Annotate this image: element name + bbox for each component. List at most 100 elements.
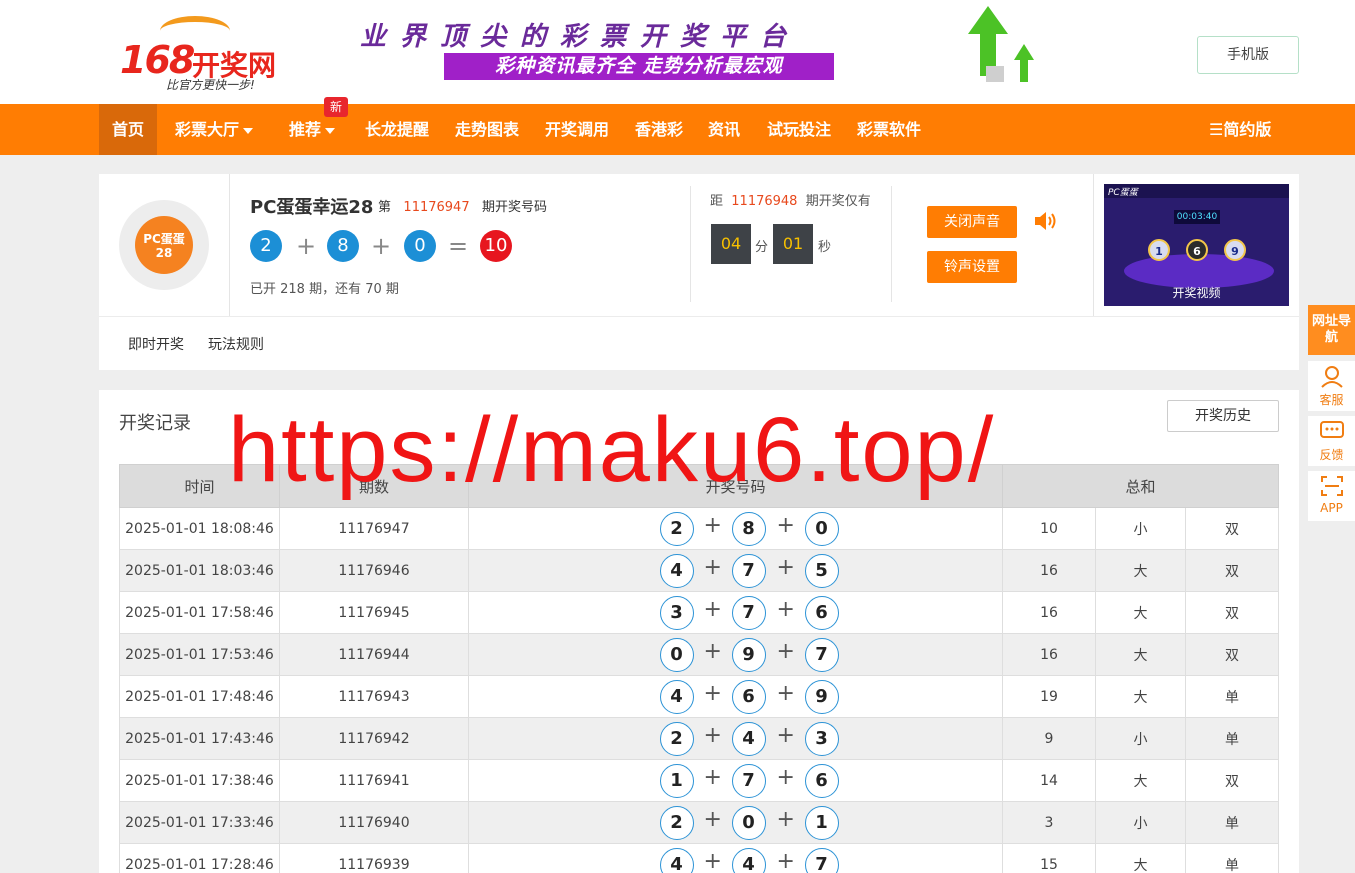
record-balls: 4 +7 +5 [636,550,839,591]
record-numbers: 2 +0 +1 [468,801,1003,844]
chevron-down-icon [243,127,254,134]
record-ball: 9 [804,680,839,714]
simple-version-link[interactable]: ☰简约版 [1209,104,1271,155]
record-parity: 双 [1184,549,1280,592]
equals-icon: = [448,232,469,260]
mobile-version-button[interactable]: 手机版 [1197,36,1299,74]
record-time: 2025-01-01 17:48:46 [119,675,280,718]
banner-subline: 彩种资讯最齐全 走势分析最宏观 [444,53,834,80]
record-ball: 7 [731,554,766,588]
record-ball: 4 [659,680,694,714]
record-parity: 双 [1184,591,1280,634]
record-sum: 19 [1002,675,1096,718]
feedback-widget[interactable]: 反馈 [1308,416,1355,466]
record-size: 大 [1095,675,1186,718]
scan-icon [1320,476,1343,496]
record-sum: 3 [1002,801,1096,844]
nav-item-software[interactable]: 彩票软件 [857,104,921,155]
record-time: 2025-01-01 17:33:46 [119,801,280,844]
record-balls: 0 +9 +7 [636,634,839,675]
issue-prefix: 第 [378,200,392,215]
record-ball: 6 [804,764,839,798]
speaker-icon[interactable] [1033,210,1059,232]
site-logo[interactable]: 168 开奖网 比官方更快一步! [120,14,280,94]
record-sum: 16 [1002,549,1096,592]
draw-history-button[interactable]: 开奖历史 [1167,400,1279,432]
record-ball: 0 [659,638,694,672]
record-ball: 2 [659,806,694,840]
record-parity: 单 [1184,675,1280,718]
record-ball: 2 [659,512,694,546]
record-sum: 16 [1002,591,1096,634]
table-row: 2025-01-01 17:53:46 11176944 0 +9 +7 16 大双 [119,633,1280,676]
divider [690,186,691,302]
record-balls: 2 +4 +3 [636,718,839,759]
record-parity: 双 [1184,759,1280,802]
plus-icon: + [776,513,795,538]
record-sum: 16 [1002,633,1096,676]
record-ball: 3 [804,722,839,756]
nav-item-trial-bet[interactable]: 试玩投注 [767,104,831,155]
plus-icon: + [776,555,795,580]
app-widget[interactable]: APP [1308,471,1355,521]
record-ball: 6 [731,680,766,714]
site-nav-widget[interactable]: 网址导航 [1308,305,1355,355]
site-header: 168 开奖网 比官方更快一步! 业界顶尖的彩票开奖平台 彩种资讯最齐全 走势分… [0,0,1355,104]
video-ball-3: 9 [1224,239,1246,261]
record-time: 2025-01-01 17:58:46 [119,591,280,634]
tab-live-draw[interactable]: 即时开奖 [128,334,184,354]
header-banner: 业界顶尖的彩票开奖平台 彩种资讯最齐全 走势分析最宏观 [360,10,920,90]
current-issue-line: 第 11176947 期开奖号码 [378,196,547,215]
plus-icon: + [776,681,795,706]
record-balls: 4 +4 +7 [636,844,839,873]
chat-bubble-icon [1319,421,1344,438]
record-numbers: 2 +4 +3 [468,717,1003,760]
record-size: 小 [1095,507,1186,550]
record-issue: 11176941 [279,759,469,802]
record-balls: 2 +8 +0 [636,508,839,549]
record-size: 小 [1095,801,1186,844]
nav-item-draw-api[interactable]: 开奖调用 [545,104,609,155]
nav-item-news[interactable]: 资讯 [708,104,740,155]
opened-count: 已开 218 期，还有 70 期 [250,282,399,297]
record-numbers: 4 +6 +9 [468,675,1003,718]
green-arrows-icon [968,6,1034,82]
record-ball: 9 [731,638,766,672]
table-row: 2025-01-01 17:38:46 11176941 1 +7 +6 14 大双 [119,759,1280,802]
new-badge: 新 [324,97,348,117]
record-ball: 1 [659,764,694,798]
minute-unit: 分 [755,240,769,255]
nav-item-long-dragon[interactable]: 长龙提醒 [365,104,429,155]
plus-icon: + [776,849,795,873]
record-numbers: 2 +8 +0 [468,507,1003,550]
table-row: 2025-01-01 17:28:46 11176939 4 +4 +7 15 大单 [119,843,1280,873]
next-issue: 11176948 [731,194,798,209]
video-topbar: PC蛋蛋 [1104,184,1289,198]
nav-item-lottery-hall[interactable]: 彩票大厅 [175,104,254,155]
table-row: 2025-01-01 17:43:46 11176942 2 +4 +3 9 小单 [119,717,1280,760]
nav-item-trend-chart[interactable]: 走势图表 [455,104,519,155]
header-issue: 期数 [279,464,469,508]
record-sum: 10 [1002,507,1096,550]
record-numbers: 0 +9 +7 [468,633,1003,676]
nav-item-home[interactable]: 首页 [99,104,157,155]
record-parity: 单 [1184,717,1280,760]
record-parity: 单 [1184,801,1280,844]
draw-video-thumbnail[interactable]: PC蛋蛋 00:03:40 1 6 9 开奖视频 [1104,184,1289,306]
records-table: 时间 期数 开奖号码 总和 2025-01-01 18:08:46 1117694… [119,464,1280,873]
draw-records-panel: 开奖记录 开奖历史 时间 期数 开奖号码 总和 2025-01-01 18:08… [99,390,1299,873]
header-time: 时间 [119,464,280,508]
plus-icon: + [703,849,722,873]
record-balls: 3 +7 +6 [636,592,839,633]
mute-sound-button[interactable]: 关闭声音 [927,206,1017,238]
ringtone-settings-button[interactable]: 铃声设置 [927,251,1017,283]
service-widget[interactable]: 客服 [1308,361,1355,411]
current-issue: 11176947 [403,200,470,215]
nav-item-hongkong[interactable]: 香港彩 [635,104,683,155]
record-time: 2025-01-01 17:28:46 [119,843,280,873]
plus-icon: + [703,555,722,580]
record-ball: 4 [659,554,694,588]
record-numbers: 3 +7 +6 [468,591,1003,634]
record-time: 2025-01-01 18:03:46 [119,549,280,592]
tab-rules[interactable]: 玩法规则 [208,334,264,354]
